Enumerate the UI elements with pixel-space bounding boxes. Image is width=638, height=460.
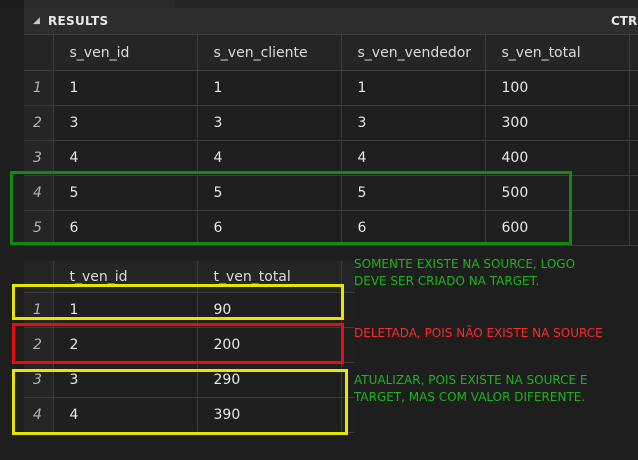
insert-highlight-box (10, 171, 572, 245)
table-cell[interactable]: 100 (485, 70, 630, 106)
table-cell[interactable]: 300 (485, 105, 630, 141)
column-header[interactable]: s_ven_total (485, 35, 630, 71)
insert-annotation: SOMENTE EXISTE NA SOURCE, LOGO DEVE SER … (354, 256, 575, 290)
top-strip-area (174, 0, 638, 8)
column-header[interactable]: s_ven_vendedor (341, 35, 486, 71)
top-strip-left (0, 0, 24, 8)
collapse-icon[interactable]: ◢ (33, 16, 40, 26)
column-header[interactable]: s_ven_id (53, 35, 198, 71)
delete-annotation: DELETADA, POIS NÃO EXISTE NA SOURCE (354, 325, 603, 342)
top-strip (0, 0, 638, 8)
row-filler (629, 210, 638, 246)
update-highlight-box (12, 369, 348, 435)
column-header-filler (629, 35, 638, 71)
row-number: 1 (24, 70, 54, 106)
row-number-header (24, 35, 54, 71)
table-row[interactable]: 1 1 1 1 100 (24, 70, 638, 106)
results-title: RESULTS (48, 14, 109, 28)
table-cell[interactable]: 1 (53, 70, 198, 106)
table-cell[interactable]: 3 (197, 105, 342, 141)
annotation-line: TARGET, MAS COM VALOR DIFERENTE. (354, 390, 586, 404)
annotation-line: DEVE SER CRIADO NA TARGET. (354, 274, 540, 288)
grid-header-row: s_ven_id s_ven_cliente s_ven_vendedor s_… (24, 35, 638, 71)
results-panel-header[interactable]: ◢ RESULTS CTRL+AI (24, 8, 638, 35)
row-filler (629, 175, 638, 211)
row-filler (629, 140, 638, 176)
row-number: 2 (24, 105, 54, 141)
annotation-line: DELETADA, POIS NÃO EXISTE NA SOURCE (354, 326, 603, 340)
table-cell[interactable]: 1 (341, 70, 486, 106)
column-header[interactable]: s_ven_cliente (197, 35, 342, 71)
annotation-line: SOMENTE EXISTE NA SOURCE, LOGO (354, 257, 576, 271)
results-shortcut: CTRL+AI (611, 14, 638, 28)
table-row[interactable]: 2 3 3 3 300 (24, 105, 638, 141)
update-highlight-box (12, 284, 344, 320)
table-cell[interactable]: 3 (53, 105, 198, 141)
annotation-line: ATUALIZAR, POIS EXISTE NA SOURCE E (354, 373, 588, 387)
table-cell[interactable]: 1 (197, 70, 342, 106)
row-filler (629, 70, 638, 106)
top-strip-tab (24, 0, 174, 8)
table-cell[interactable]: 3 (341, 105, 486, 141)
row-filler (629, 105, 638, 141)
update-annotation: ATUALIZAR, POIS EXISTE NA SOURCE E TARGE… (354, 372, 588, 406)
delete-highlight-box (12, 323, 344, 364)
